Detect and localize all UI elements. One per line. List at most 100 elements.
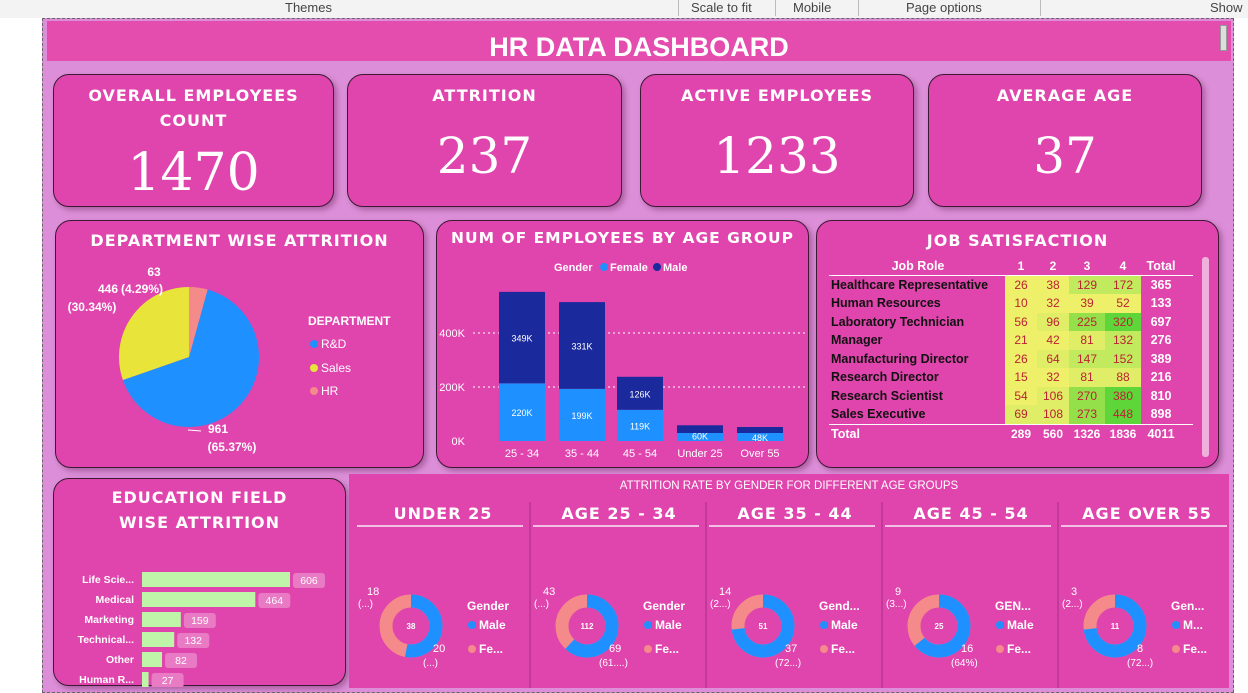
matrix-cell: 1836	[1109, 426, 1137, 441]
bar-value: 464	[266, 595, 284, 607]
row-total: 133	[1150, 296, 1172, 310]
legend-male: Male	[663, 262, 687, 274]
matrix-scrollbar[interactable]	[1202, 257, 1209, 457]
bar-category: Medical	[95, 594, 134, 606]
bar-label: 126K	[629, 389, 650, 399]
matrix-row[interactable]: Research Director 15 32 81 88 216	[829, 368, 1193, 387]
donut-center: 11	[1111, 622, 1120, 631]
donut-female-pct: (3...)	[886, 599, 907, 610]
pie-label-rd: 961	[208, 422, 228, 436]
donut-male-label: 69	[609, 643, 621, 655]
bar-value: 27	[162, 675, 174, 687]
matrix-header: Job Role 1 2 3 4 Total	[829, 257, 1193, 276]
legend-female-marker	[1172, 645, 1180, 653]
age-bars: 220K 349K 25 - 34 199K 331K 35 - 44 119K 126K 45…	[499, 291, 783, 460]
row-total: 4011	[1147, 426, 1175, 441]
legend-female-marker	[600, 263, 608, 271]
legend-female-marker	[644, 645, 652, 653]
bar-category: Human R...	[79, 674, 134, 686]
bar-category: Life Scie...	[82, 574, 134, 586]
legend-male-marker	[996, 621, 1004, 629]
leader-line	[187, 429, 202, 432]
donut-female-label: 9	[895, 586, 901, 598]
scale-to-fit-menu[interactable]: Scale to fit	[691, 0, 752, 16]
donut-legend-title: Gender	[467, 599, 509, 613]
edu-bar	[142, 572, 290, 587]
age-group-bar-chart: Gender Female Male 400K 200K 0K 220K 349K…	[439, 262, 807, 460]
donut-legend-male: M...	[1183, 618, 1203, 632]
legend-male-marker	[644, 621, 652, 629]
report-canvas: HR DATA DASHBOARD OVERALL EMPLOYEES COUN…	[42, 18, 1234, 693]
matrix-cell: 54	[1005, 386, 1037, 405]
donut-male-pct: (...)	[423, 658, 438, 669]
matrix-cell: 270	[1069, 386, 1105, 405]
show-menu[interactable]: Show	[1210, 0, 1243, 16]
scrollbar[interactable]	[1220, 25, 1227, 51]
row-role: Human Resources	[831, 296, 941, 310]
ytick: 200K	[439, 382, 465, 394]
matrix-cell: 152	[1105, 349, 1141, 368]
donut-female-label: 43	[543, 586, 555, 598]
matrix-total-row[interactable]: Total 289 560 1326 1836 4011	[829, 423, 1193, 443]
row-total: 389	[1150, 351, 1172, 366]
edu-bar	[142, 592, 256, 607]
matrix-body: Healthcare Representative 26 38 129 172 365 Hu…	[829, 275, 1193, 443]
kpi-value: 1233	[713, 127, 841, 185]
matrix-row[interactable]: Research Scientist 54 106 270 380 810	[829, 386, 1193, 405]
donut-female-pct: (...)	[534, 599, 549, 610]
donut-male-pct: (61....)	[599, 658, 628, 669]
row-role: Healthcare Representative	[831, 277, 989, 292]
legend-sales: Sales	[321, 361, 351, 375]
mobile-menu[interactable]: Mobile	[793, 0, 831, 16]
bar-category: Marketing	[84, 614, 134, 626]
age-group-card: NUM OF EMPLOYEES BY AGE GROUP Gender Fem…	[436, 220, 809, 468]
donut-male-label: 20	[433, 643, 445, 655]
legend-title: DEPARTMENT	[308, 314, 391, 328]
matrix-cell: 225	[1069, 312, 1105, 331]
right-margin	[1234, 18, 1248, 693]
education-bars: Life Scie... 606 Medical 464 Marketing 159 Tec…	[78, 572, 325, 687]
legend-male-marker	[1172, 621, 1180, 629]
matrix-row[interactable]: Laboratory Technician 56 96 225 320 697	[829, 312, 1193, 331]
matrix-cell: 56	[1005, 312, 1037, 331]
kpi-card-employee-count: OVERALL EMPLOYEES COUNT 1470	[53, 74, 334, 207]
matrix-cell: 42	[1037, 331, 1069, 350]
donut-legend-male: Male	[479, 618, 506, 632]
legend-male-marker	[653, 263, 661, 271]
matrix-cell: 380	[1105, 386, 1141, 405]
themes-menu[interactable]: Themes	[285, 0, 332, 16]
matrix-row[interactable]: Healthcare Representative 26 38 129 172 365	[829, 275, 1193, 294]
bar-label: 331K	[571, 341, 592, 351]
bar-value: 159	[191, 615, 209, 627]
bar-label: 48K	[752, 433, 768, 443]
matrix-cell: 39	[1069, 294, 1105, 313]
donut-legend-female: Fe...	[1007, 642, 1031, 656]
legend-female: Female	[610, 262, 648, 274]
pie-slices	[119, 287, 259, 432]
xtick: Under 25	[677, 448, 722, 460]
bar-label: 349K	[511, 334, 532, 344]
matrix-row[interactable]: Sales Executive 69 108 273 448 898	[829, 405, 1193, 424]
matrix-row[interactable]: Human Resources 10 32 39 52 133	[829, 294, 1193, 313]
kpi-label: AVERAGE AGE	[996, 86, 1134, 105]
legend-rd-marker	[310, 340, 318, 348]
matrix-cell: 560	[1042, 426, 1064, 441]
matrix-row[interactable]: Manufacturing Director 26 64 147 152 389	[829, 349, 1193, 368]
row-total: 898	[1150, 407, 1172, 421]
page-options-menu[interactable]: Page options	[906, 0, 982, 16]
donut-male-label: 37	[785, 643, 797, 655]
chart-title: JOB SATISFACTION	[926, 231, 1109, 250]
bar-value: 132	[184, 635, 202, 647]
kpi-value: 237	[436, 127, 533, 185]
donut-male-pct: (72...)	[1127, 658, 1153, 669]
xtick: Over 55	[740, 448, 779, 460]
job-satisfaction-matrix[interactable]: Job Role 1 2 3 4 Total Healthcare Repres…	[829, 257, 1193, 442]
row-total: 216	[1150, 370, 1172, 384]
legend-hr: HR	[321, 384, 339, 398]
kpi-label: OVERALL EMPLOYEES COUNT	[88, 86, 299, 130]
matrix-row[interactable]: Manager 21 42 81 132 276	[829, 331, 1193, 350]
row-total: 276	[1150, 333, 1172, 347]
ribbon-bar: Themes Scale to fit Mobile Page options …	[0, 0, 1248, 18]
bar-category: Other	[106, 654, 134, 666]
edu-bar	[142, 652, 163, 667]
